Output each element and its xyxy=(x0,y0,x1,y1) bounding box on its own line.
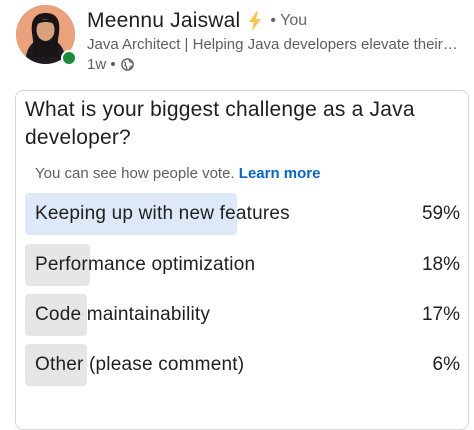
post-meta: 1w • xyxy=(87,56,134,73)
online-status-indicator xyxy=(61,50,77,66)
poll-option-label: Keeping up with new features xyxy=(35,203,290,224)
learn-more-link[interactable]: Learn more xyxy=(239,165,321,182)
lightning-bolt-icon xyxy=(248,11,262,31)
connection-degree: • You xyxy=(270,12,308,29)
author-headline: Java Architect | Helping Java developers… xyxy=(87,36,459,53)
poll-option[interactable]: Other (please comment) 6% xyxy=(25,344,465,386)
globe-icon xyxy=(120,58,134,71)
poll-option-percent: 6% xyxy=(432,354,460,375)
poll-option-percent: 18% xyxy=(421,254,460,275)
author-line: Meennu Jaiswal • You xyxy=(87,8,307,34)
poll-option-percent: 59% xyxy=(421,203,460,224)
poll-question: What is your biggest challenge as a Java… xyxy=(25,98,415,149)
author-name[interactable]: Meennu Jaiswal xyxy=(87,9,240,33)
post-time: 1w • xyxy=(87,56,116,73)
poll-option-label: Other (please comment) xyxy=(35,354,245,375)
visibility-text: You can see how people vote. xyxy=(35,165,235,182)
poll-option-percent: 17% xyxy=(421,304,460,325)
poll-option[interactable]: Performance optimization 18% xyxy=(25,244,465,286)
poll-option-label: Performance optimization xyxy=(35,254,256,275)
poll-option[interactable]: Code maintainability 17% xyxy=(25,294,465,336)
poll-option-label: Code maintainability xyxy=(35,304,211,325)
poll-visibility-note: You can see how people vote. Learn more xyxy=(35,165,320,182)
poll-option[interactable]: Keeping up with new features 59% xyxy=(25,193,465,235)
